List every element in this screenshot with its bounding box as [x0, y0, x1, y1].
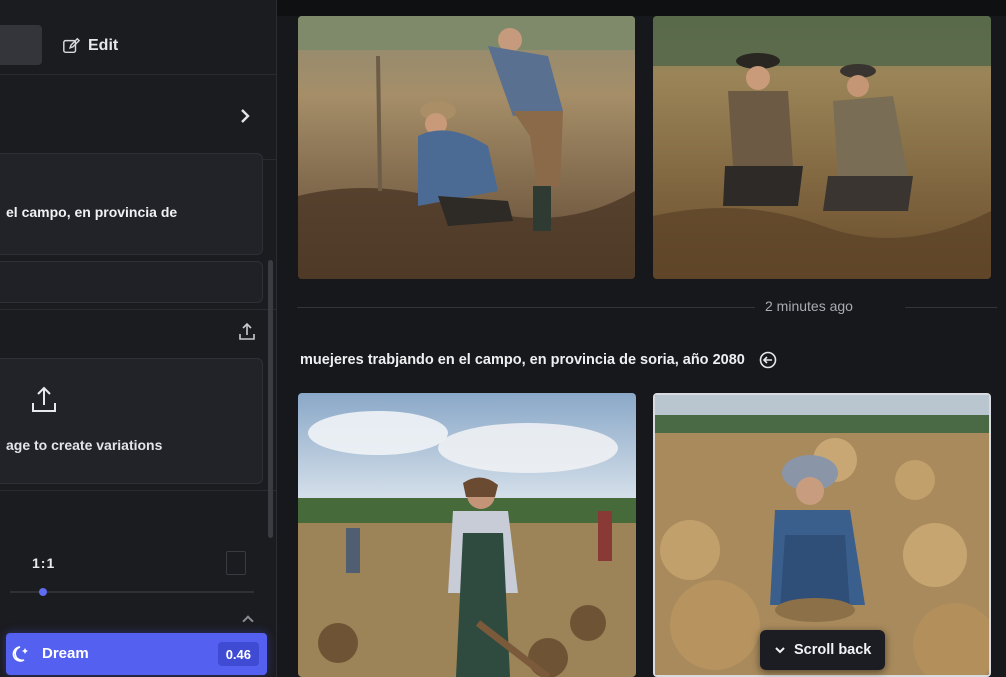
generated-image[interactable] [653, 16, 991, 279]
generation-feed: 2 minutes ago muejeres trabjando en el c… [277, 0, 1006, 677]
edit-button-label: Edit [88, 37, 119, 54]
divider-line [905, 307, 997, 308]
moon-icon [12, 646, 28, 662]
model-selector[interactable] [0, 75, 276, 160]
image-upload-header [0, 309, 276, 356]
sidebar-scrollbar[interactable] [268, 260, 273, 538]
aspect-ratio-value: 1:1 [32, 555, 56, 571]
prompt-input[interactable]: el campo, en provincia de [0, 153, 263, 255]
prompt-input-text: el campo, en provincia de [6, 204, 178, 220]
upload-hint: age to create variations [6, 437, 163, 453]
generated-image[interactable] [298, 393, 636, 677]
reuse-prompt-icon[interactable] [759, 351, 777, 369]
aspect-ratio-section: 1:1 [0, 490, 276, 627]
generation-timestamp: 2 minutes ago [765, 298, 853, 314]
divider-line [297, 307, 755, 308]
woman-harvesting-image [298, 393, 636, 677]
farmers-digging-image [298, 16, 635, 279]
negative-prompt-input[interactable] [0, 261, 263, 303]
generation-prompt-text: muejeres trabjando en el campo, en provi… [300, 352, 745, 368]
image-upload-dropzone[interactable]: age to create variations [0, 358, 263, 484]
generated-image[interactable] [298, 16, 635, 279]
aspect-ratio-toggle[interactable] [226, 551, 246, 575]
sidebar: Edit el campo, en provincia de age to cr… [0, 0, 277, 677]
mode-tab[interactable] [0, 25, 42, 65]
dream-button[interactable]: Dream 0.46 [6, 633, 267, 675]
chevron-down-icon [775, 647, 785, 654]
edit-button[interactable]: Edit [62, 32, 118, 60]
dream-button-label: Dream [42, 645, 89, 662]
chevron-right-icon [241, 109, 250, 123]
upload-icon[interactable] [238, 322, 256, 342]
farmers-crouching-image [653, 16, 991, 279]
scroll-back-label: Scroll back [794, 642, 872, 658]
scroll-back-button[interactable]: Scroll back [760, 630, 886, 670]
timestamp-divider: 2 minutes ago [297, 296, 997, 320]
chevron-up-icon[interactable] [242, 615, 254, 627]
generation-prompt: muejeres trabjando en el campo, en provi… [300, 351, 777, 369]
upload-icon [32, 386, 56, 412]
aspect-ratio-slider-handle[interactable] [39, 588, 47, 596]
credit-cost-badge: 0.46 [217, 642, 259, 666]
edit-icon [63, 37, 80, 54]
sidebar-topbar: Edit [0, 18, 276, 75]
window-top-edge [277, 0, 1006, 16]
